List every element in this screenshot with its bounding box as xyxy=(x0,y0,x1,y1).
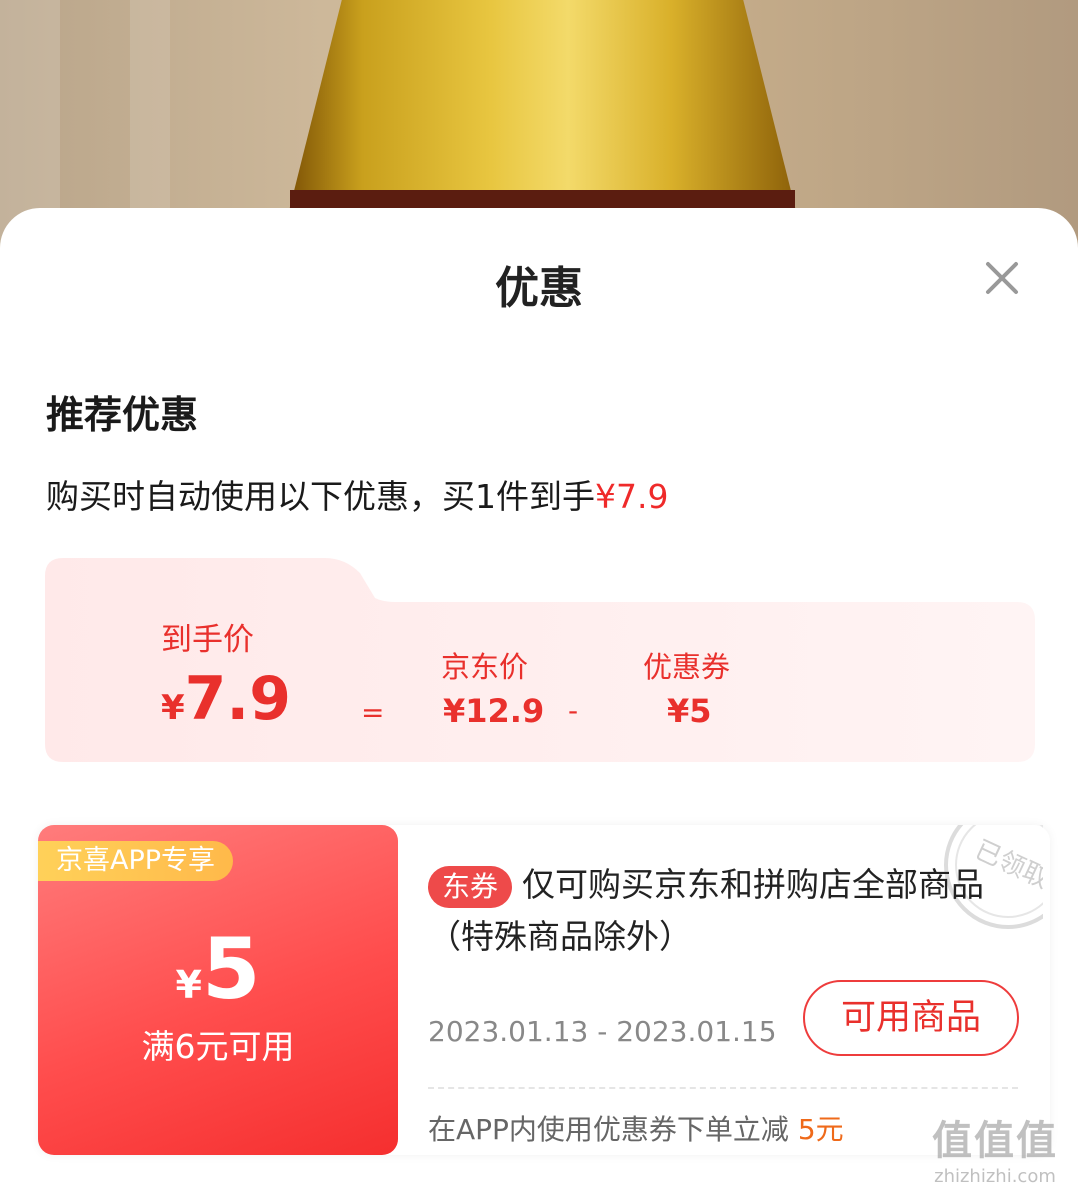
coupon-date-range: 2023.01.13 - 2023.01.15 xyxy=(428,1015,777,1048)
note-text: 在APP内使用优惠券下单立减 xyxy=(428,1113,789,1146)
jd-price-value: ¥12.9 xyxy=(443,692,545,730)
discount-sheet: 优惠 推荐优惠 购买时自动使用以下优惠，买1件到手¥7.9 到手价 ¥7.9 =… xyxy=(0,208,1078,1198)
minus-sign: - xyxy=(568,694,579,727)
desc-price: ¥7.9 xyxy=(595,477,669,516)
exclusive-tag: 京喜APP专享 xyxy=(38,841,234,881)
coupon-amount: ¥5 xyxy=(38,920,398,1018)
sheet-title: 优惠 xyxy=(495,263,583,314)
watermark: 值值值 zhizhizhi.com xyxy=(920,1108,1070,1194)
recommend-description: 购买时自动使用以下优惠，买1件到手¥7.9 xyxy=(46,470,668,518)
final-price-value: ¥7.9 xyxy=(161,664,291,734)
equals-sign: = xyxy=(361,696,385,729)
coupon-yen: ¥ xyxy=(175,963,202,1007)
coupon-note: 在APP内使用优惠券下单立减 5元 xyxy=(428,1108,844,1148)
coupon-label: 优惠券 xyxy=(643,650,731,684)
coupon-details: 已领取 东券 仅可购买京东和拼购店全部商品（特殊商品除外） 2023.01.13 … xyxy=(428,825,1050,1155)
coupon-number: 5 xyxy=(202,920,261,1018)
coupon-description: 东券 仅可购买京东和拼购店全部商品（特殊商品除外） xyxy=(428,859,1018,963)
price-breakdown: 到手价 ¥7.9 = 京东价 ¥12.9 - 优惠券 ¥5 xyxy=(45,558,1035,762)
final-price-number: 7.9 xyxy=(184,664,291,734)
coupon-condition: 满6元可用 xyxy=(141,1027,295,1066)
watermark-logo: 值值值 xyxy=(932,1118,1058,1164)
final-price-yen: ¥ xyxy=(161,688,185,728)
close-icon xyxy=(986,262,1018,294)
section-title: 推荐优惠 xyxy=(46,393,199,437)
desc-text: 购买时自动使用以下优惠，买1件到手 xyxy=(46,477,595,516)
final-price-label: 到手价 xyxy=(161,622,254,658)
available-products-button[interactable]: 可用商品 xyxy=(803,980,1019,1056)
coupon-type-tag: 东券 xyxy=(428,865,513,908)
coupon-card: 京喜APP专享 ¥5 满6元可用 已领取 东券 仅可购买京东和拼购店全部商品（特殊… xyxy=(38,825,1050,1155)
coupon-description-text: 仅可购买京东和拼购店全部商品（特殊商品除外） xyxy=(428,865,985,956)
coupon-amount-panel: 京喜APP专享 ¥5 满6元可用 xyxy=(38,825,398,1155)
close-button[interactable] xyxy=(980,256,1024,300)
divider xyxy=(428,1087,1018,1089)
coupon-value: ¥5 xyxy=(667,692,712,730)
jd-price-label: 京东价 xyxy=(441,650,529,684)
note-amount: 5元 xyxy=(797,1113,844,1146)
watermark-url: zhizhizhi.com xyxy=(934,1166,1056,1187)
